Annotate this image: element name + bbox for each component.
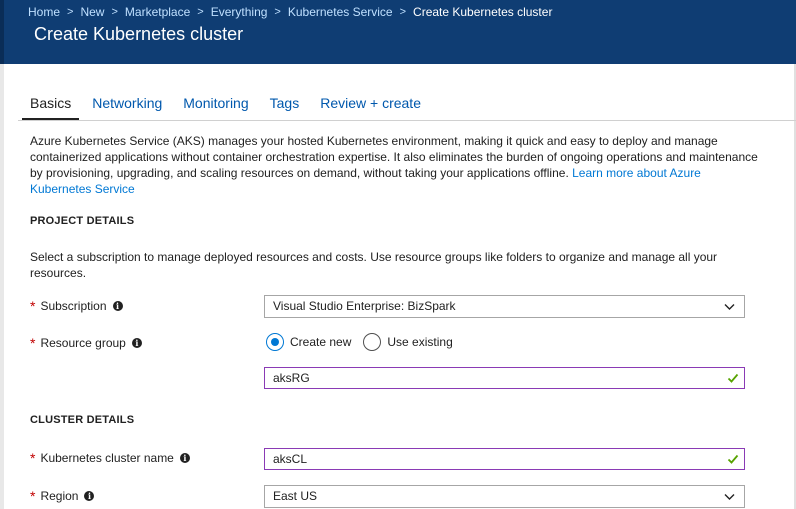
left-divider <box>0 64 4 509</box>
info-icon[interactable]: i <box>179 453 190 463</box>
region-select[interactable]: East US <box>264 485 745 508</box>
resource-group-label-text: Resource group <box>40 336 126 350</box>
breadcrumb: Home > New > Marketplace > Everything > … <box>28 4 552 20</box>
use-existing-label[interactable]: Use existing <box>387 335 452 349</box>
breadcrumb-kubernetes-service[interactable]: Kubernetes Service <box>288 5 393 19</box>
page-header: Home > New > Marketplace > Everything > … <box>0 0 796 64</box>
resource-group-name-value: aksRG <box>273 371 310 385</box>
region-label-text: Region <box>40 489 79 503</box>
info-icon[interactable]: i <box>112 301 123 311</box>
checkmark-icon <box>727 454 739 464</box>
create-new-label[interactable]: Create new <box>290 335 351 349</box>
tab-basics[interactable]: Basics <box>22 94 80 120</box>
cluster-details-heading: CLUSTER DETAILS <box>30 414 135 426</box>
region-label: * Region i <box>30 488 95 504</box>
cluster-name-label: * Kubernetes cluster name i <box>30 450 190 466</box>
intro-paragraph: Azure Kubernetes Service (AKS) manages y… <box>30 133 760 197</box>
info-icon[interactable]: i <box>84 491 95 501</box>
breadcrumb-separator-icon: > <box>399 6 407 18</box>
resource-group-radio-group: Create new Use existing <box>266 333 465 351</box>
resource-group-label: * Resource group i <box>30 335 142 351</box>
cluster-name-label-text: Kubernetes cluster name <box>40 451 174 465</box>
subscription-label: * Subscription i <box>30 298 123 314</box>
region-value: East US <box>273 489 318 503</box>
tab-networking[interactable]: Networking <box>92 94 162 120</box>
required-marker: * <box>30 335 36 351</box>
breadcrumb-home[interactable]: Home <box>28 5 60 19</box>
breadcrumb-separator-icon: > <box>197 6 204 18</box>
checkmark-icon <box>727 373 739 383</box>
info-icon[interactable]: i <box>131 338 142 348</box>
subscription-value: Visual Studio Enterprise: BizSpark <box>273 299 456 313</box>
resource-group-name-input[interactable]: aksRG <box>264 367 745 389</box>
tab-tags[interactable]: Tags <box>270 94 300 120</box>
breadcrumb-separator-icon: > <box>67 6 74 18</box>
breadcrumb-separator-icon: > <box>111 6 118 18</box>
required-marker: * <box>30 450 36 466</box>
required-marker: * <box>30 488 36 504</box>
breadcrumb-separator-icon: > <box>274 6 281 18</box>
project-details-heading: PROJECT DETAILS <box>30 215 135 227</box>
page-title: Create Kubernetes cluster <box>34 24 244 44</box>
breadcrumb-everything[interactable]: Everything <box>211 5 268 19</box>
cluster-name-value: aksCL <box>273 452 308 466</box>
tab-divider <box>18 120 796 121</box>
required-marker: * <box>30 298 36 314</box>
tab-monitoring[interactable]: Monitoring <box>183 94 248 120</box>
breadcrumb-new[interactable]: New <box>80 5 104 19</box>
use-existing-radio[interactable] <box>363 333 382 351</box>
breadcrumb-marketplace[interactable]: Marketplace <box>125 5 190 19</box>
project-details-description: Select a subscription to manage deployed… <box>30 250 718 280</box>
breadcrumb-current: Create Kubernetes cluster <box>413 5 553 19</box>
subscription-label-text: Subscription <box>40 299 107 313</box>
tab-bar: Basics Networking Monitoring Tags Review… <box>22 94 442 120</box>
chevron-down-icon <box>724 304 735 310</box>
subscription-select[interactable]: Visual Studio Enterprise: BizSpark <box>264 295 745 318</box>
cluster-name-input[interactable]: aksCL <box>264 448 745 470</box>
tab-review-create[interactable]: Review + create <box>320 94 421 120</box>
create-new-radio[interactable] <box>266 333 284 351</box>
chevron-down-icon <box>724 494 735 500</box>
